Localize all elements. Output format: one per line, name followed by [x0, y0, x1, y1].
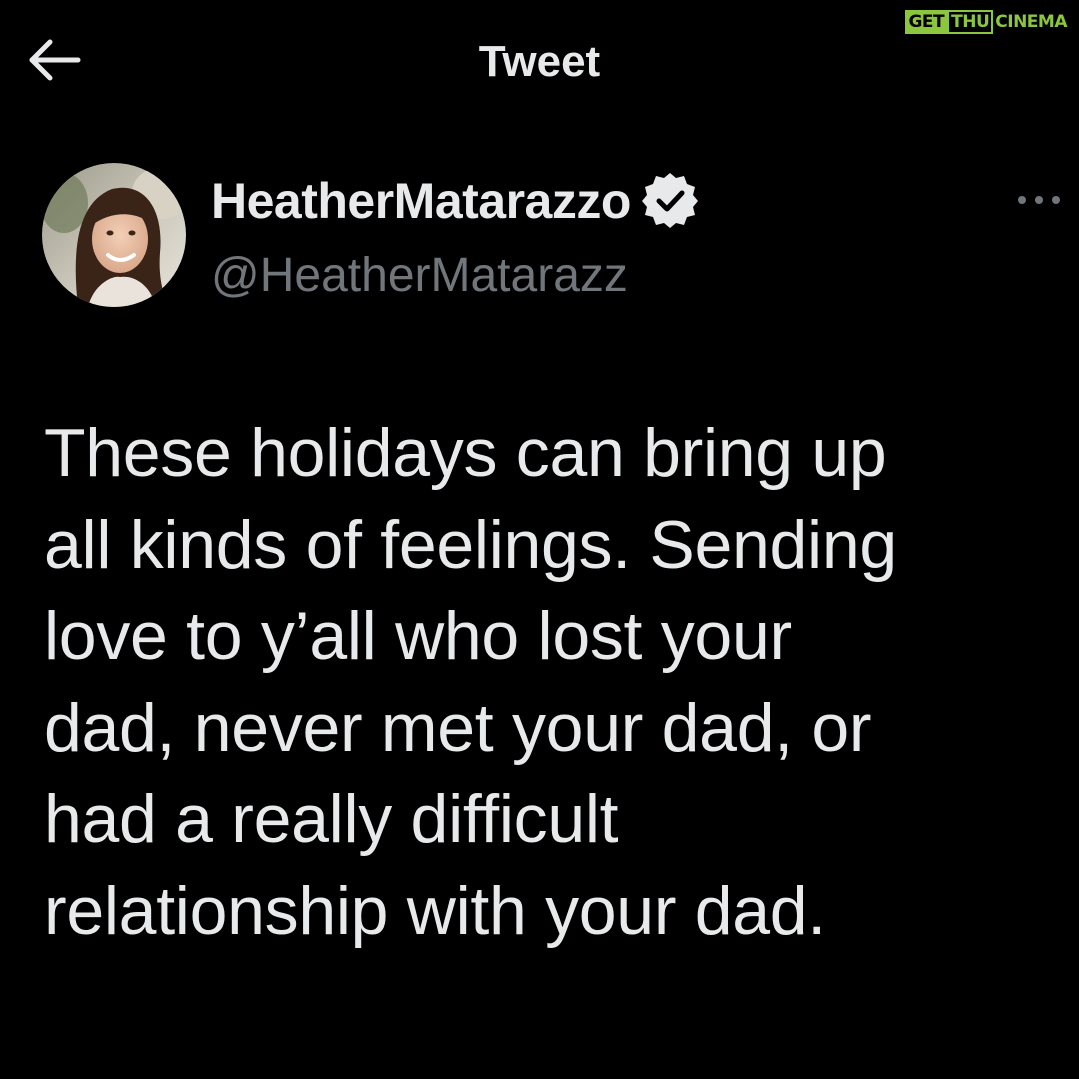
- author-name-row: HeatherMatarazzo: [211, 170, 699, 232]
- tweet-text-line: love to y’all who lost your: [44, 598, 792, 674]
- more-dots-icon: [1018, 196, 1060, 204]
- author-display-name[interactable]: HeatherMatarazzo: [211, 170, 631, 232]
- avatar[interactable]: [42, 163, 186, 307]
- watermark-part-2: THU: [947, 10, 994, 34]
- tweet-text: These holidays can bring up all kinds of…: [44, 408, 1074, 957]
- tweet-detail-page: GET THU CINEMA Tweet HeatherMatarazzo @H…: [0, 0, 1079, 1079]
- author-handle[interactable]: @HeatherMatarazz: [211, 246, 628, 306]
- watermark-logo: GET THU CINEMA: [905, 10, 1069, 34]
- verified-badge-icon: [641, 173, 698, 228]
- tweet-text-line: all kinds of feelings. Sending: [44, 506, 897, 583]
- avatar-photo: [42, 163, 186, 307]
- tweet-text-line: relationship with your dad.: [44, 872, 826, 949]
- tweet-text-line: dad, never met your dad, or: [44, 689, 872, 766]
- watermark-part-3: CINEMA: [993, 10, 1069, 34]
- watermark-part-1: GET: [905, 10, 948, 34]
- page-title: Tweet: [478, 37, 601, 86]
- more-options-button[interactable]: [1012, 186, 1066, 214]
- tweet-text-line: These holidays can bring up: [44, 415, 887, 491]
- tweet-text-line: had a really difficult: [44, 781, 619, 857]
